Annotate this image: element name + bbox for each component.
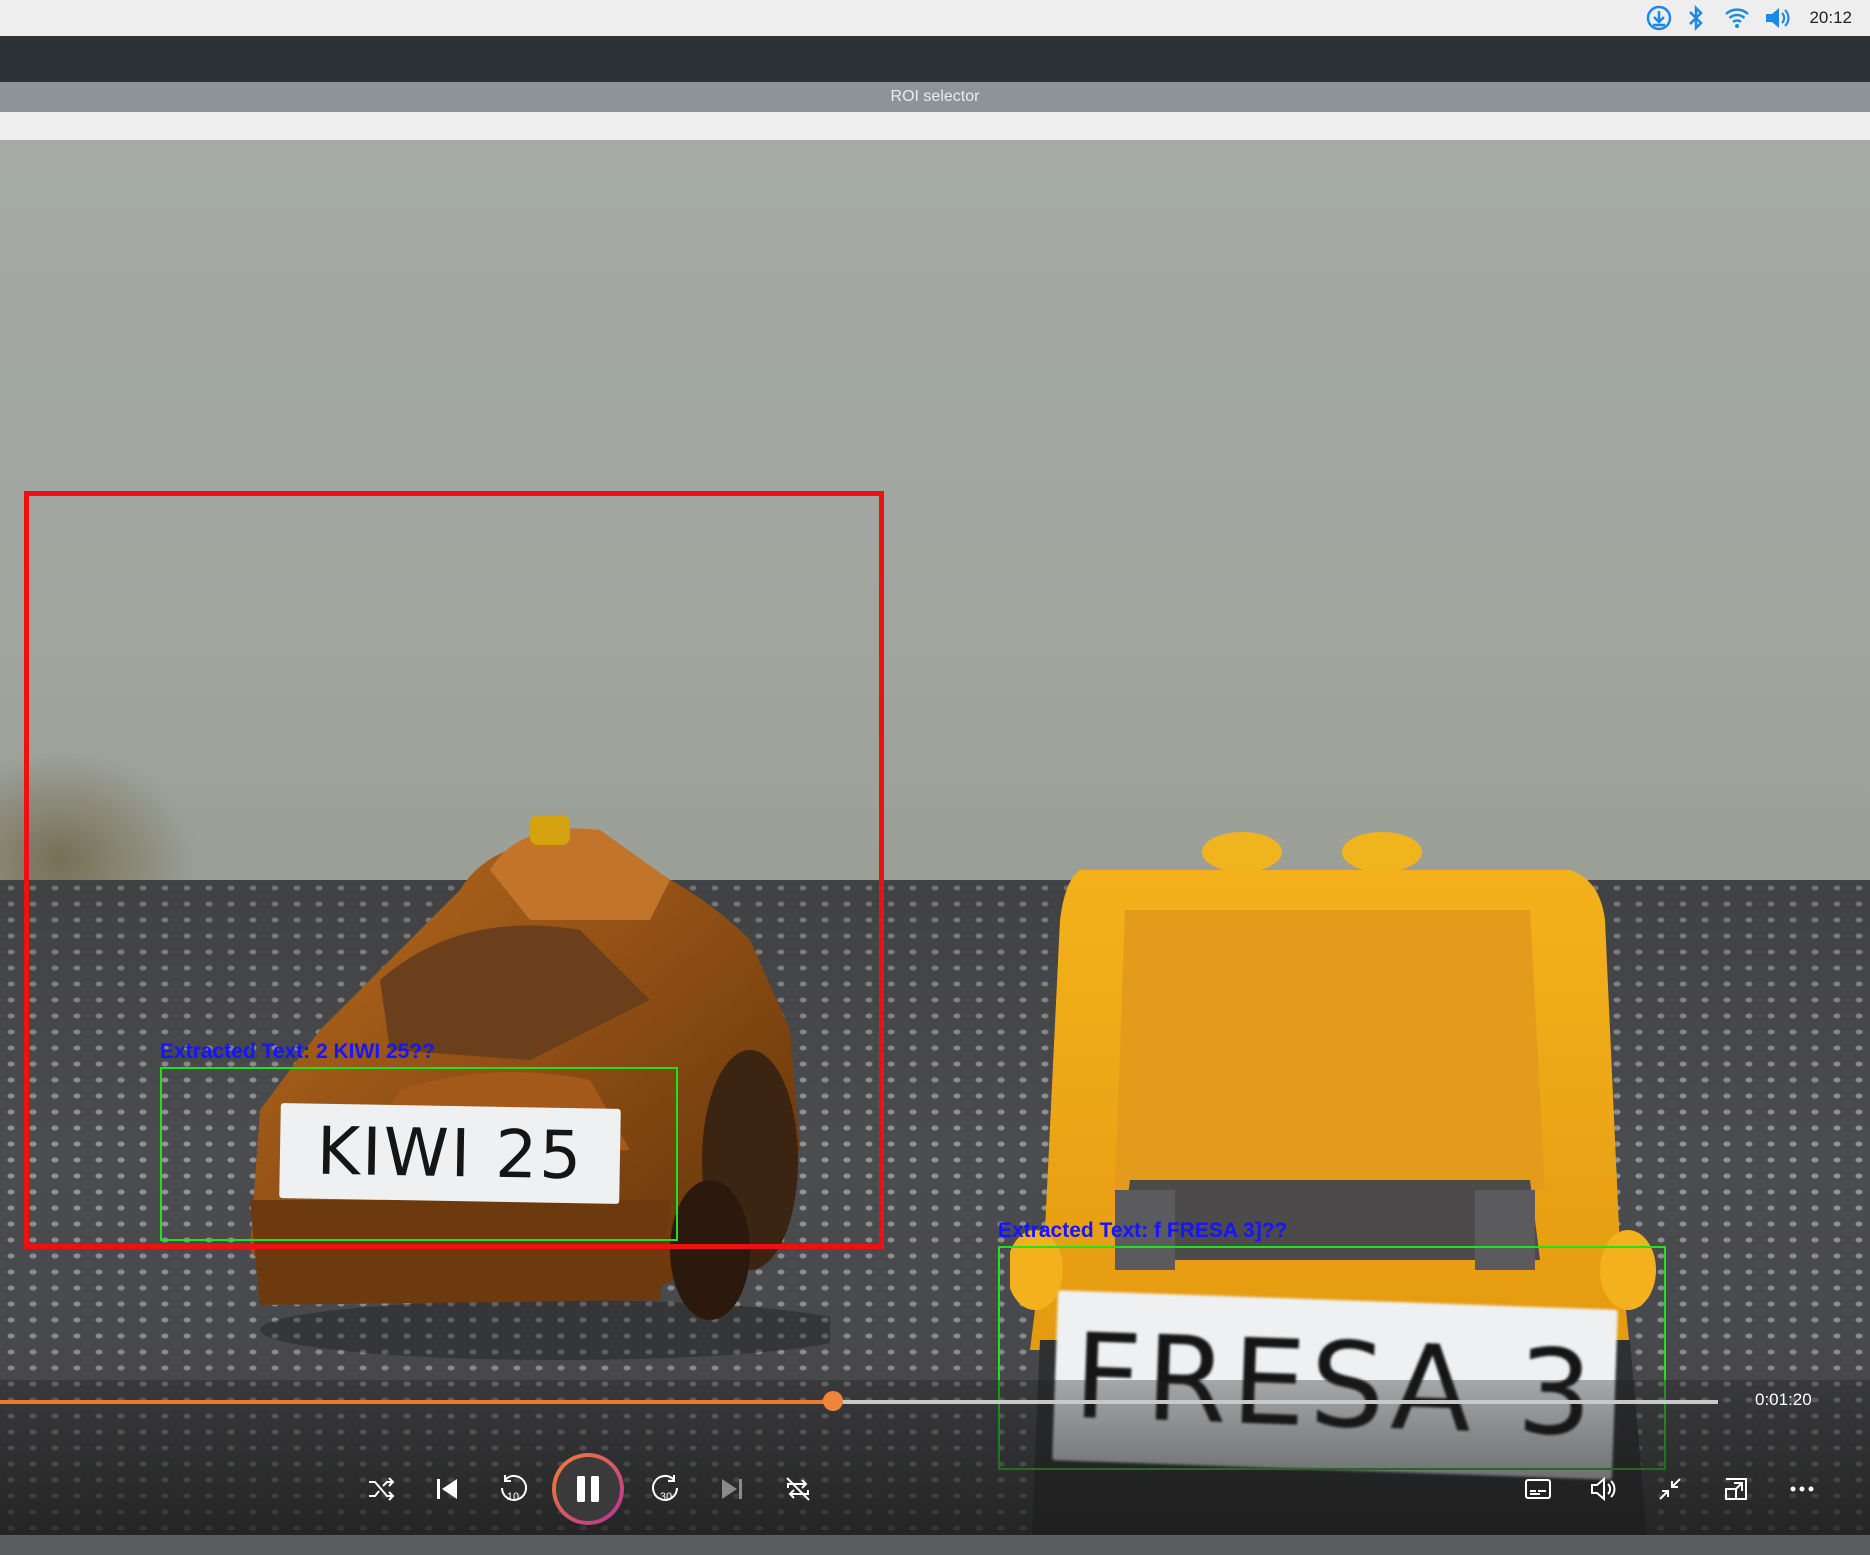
forward-seconds: 30 [660,1491,672,1503]
previous-icon[interactable] [425,1467,469,1511]
repeat-off-icon[interactable] [776,1467,820,1511]
clock[interactable]: 20:12 [1809,0,1852,36]
video-frame[interactable]: KIWI 25 FRESA 3 Extracted Text: 2 KIWI 2… [0,140,1870,1555]
wifi-icon[interactable] [1722,4,1752,32]
detection-label-fresa: Extracted Text: f FRESA 3]?? [998,1219,1288,1242]
window-title: ROI selector [0,82,1870,112]
detection-label-kiwi: Extracted Text: 2 KIWI 25?? [160,1040,436,1063]
volume-control-icon[interactable] [1582,1467,1626,1511]
detection-box-kiwi [160,1067,678,1241]
shuffle-icon[interactable] [359,1467,403,1511]
playback-time: 0:01:20 [1755,1390,1812,1409]
subtitles-icon[interactable] [1516,1467,1560,1511]
pause-icon [577,1476,599,1502]
player-controls [0,1380,1870,1540]
more-icon[interactable] [1780,1467,1824,1511]
download-icon[interactable] [1644,4,1674,32]
exit-fullscreen-icon[interactable] [1648,1467,1692,1511]
bluetooth-icon[interactable] [1684,4,1708,32]
window-strip [0,112,1870,140]
seek-bar[interactable] [0,1391,1718,1411]
rewind-10-icon[interactable]: 10 [491,1467,535,1511]
rewind-seconds: 10 [507,1491,519,1503]
app-toolbar [0,36,1870,82]
mini-view-icon[interactable] [1714,1467,1758,1511]
seek-bar-progress [0,1400,834,1404]
forward-30-icon[interactable]: 30 [644,1467,688,1511]
volume-icon[interactable] [1762,4,1794,32]
pause-button[interactable] [552,1453,624,1525]
bottom-strip [0,1535,1870,1555]
next-icon[interactable] [710,1467,754,1511]
system-taskbar: 20:12 [0,0,1870,36]
